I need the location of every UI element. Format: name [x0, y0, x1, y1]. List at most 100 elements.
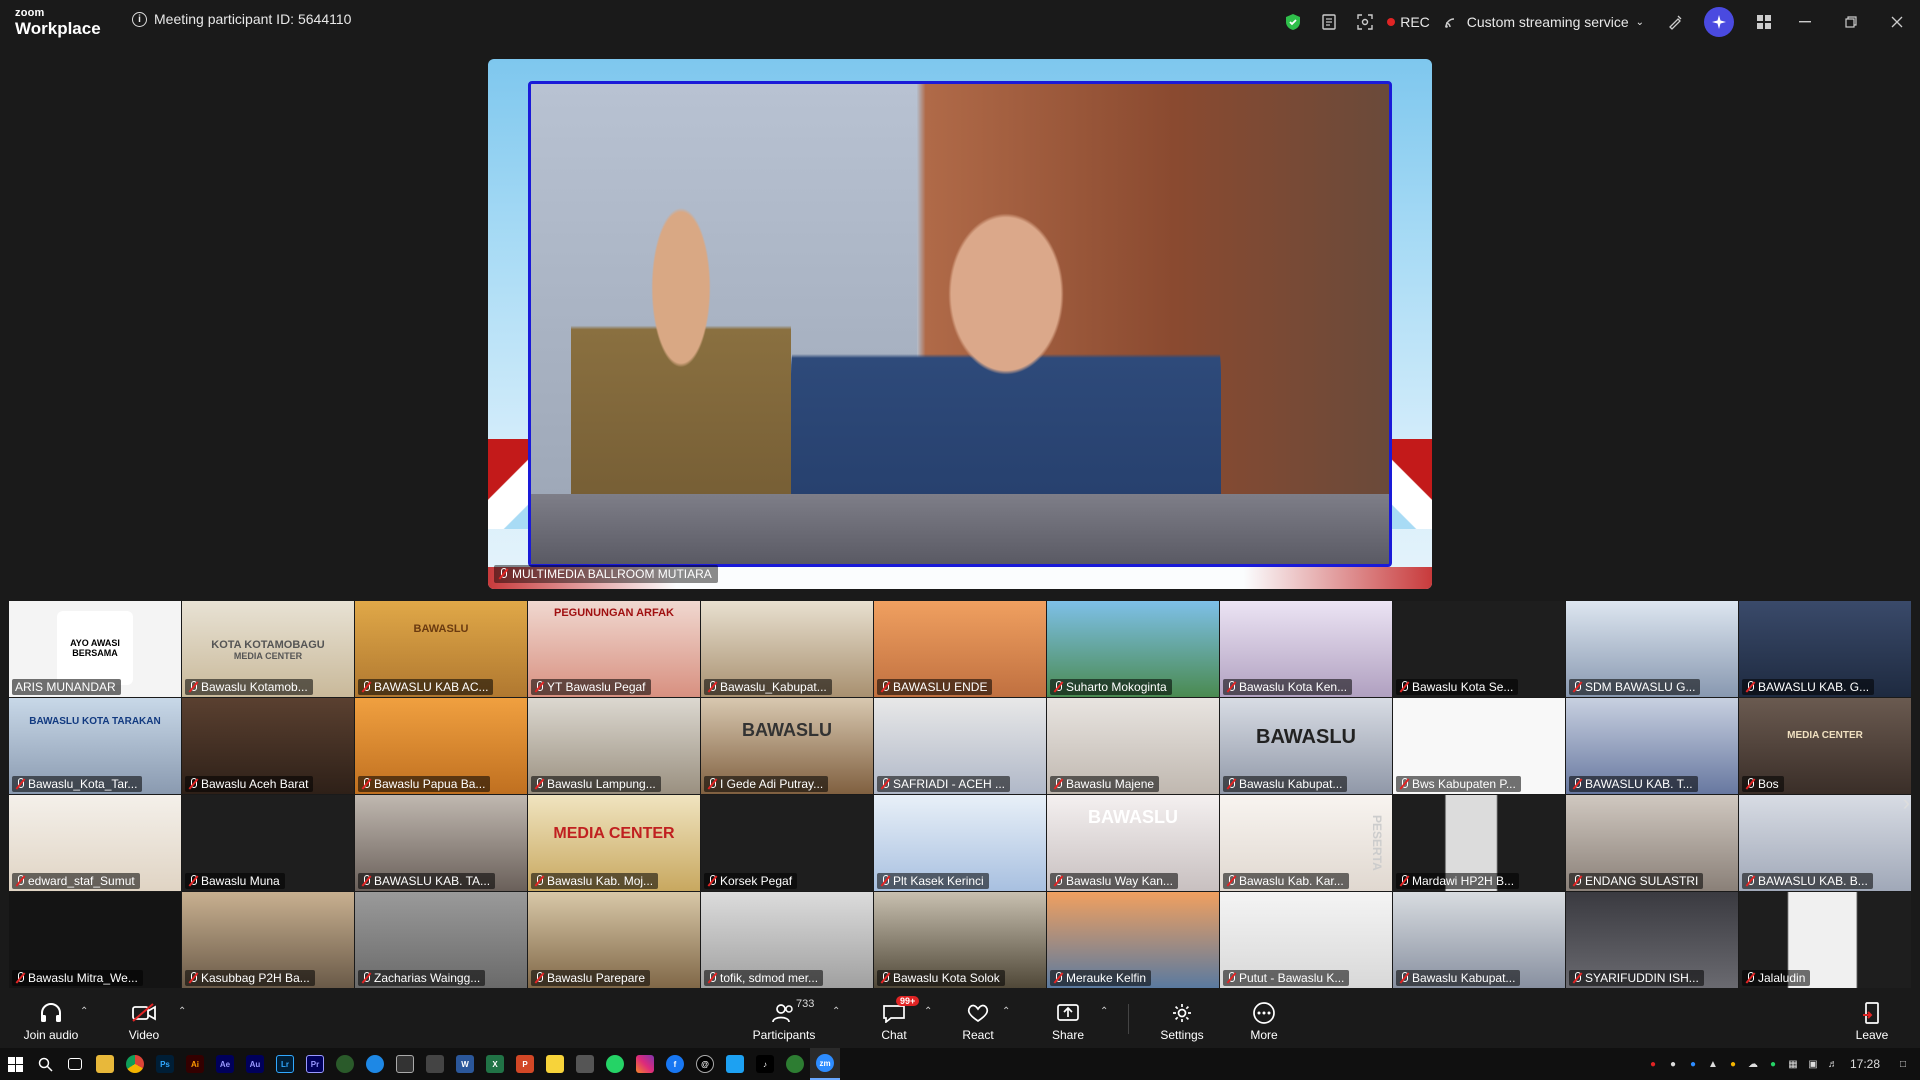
- meeting-info[interactable]: i Meeting participant ID: 5644110: [132, 11, 351, 27]
- chevron-right-icon[interactable]: ›: [1903, 790, 1910, 816]
- audition-icon[interactable]: Au: [240, 1048, 270, 1080]
- sticky-notes-icon[interactable]: [540, 1048, 570, 1080]
- participant-tile[interactable]: BAWASLU KAB. B...: [1739, 795, 1911, 891]
- app-icon[interactable]: [420, 1048, 450, 1080]
- facebook-icon[interactable]: f: [660, 1048, 690, 1080]
- participant-tile[interactable]: Bawaslu Kota Solok: [874, 892, 1046, 988]
- close-icon[interactable]: [1874, 0, 1920, 44]
- chat-caret-icon[interactable]: ⌃: [924, 1006, 932, 1017]
- apps-grid-icon[interactable]: [1746, 0, 1782, 44]
- participants-caret-icon[interactable]: ⌃: [832, 1006, 840, 1017]
- participant-tile[interactable]: tofik, sdmod mer...: [701, 892, 873, 988]
- video-options-caret-icon[interactable]: ⌃: [178, 1006, 186, 1017]
- video-button[interactable]: Video: [124, 994, 164, 1046]
- participant-tile[interactable]: Bawaslu Aceh Barat: [182, 698, 354, 794]
- participant-tile[interactable]: BAWASLU Bawaslu Kabupat...: [1220, 698, 1392, 794]
- notification-icon[interactable]: □: [1896, 1057, 1910, 1071]
- tray-icon[interactable]: ●: [1646, 1057, 1660, 1071]
- participant-tile[interactable]: Bawaslu Papua Ba...: [355, 698, 527, 794]
- participant-tile[interactable]: BAWASLU ENDE: [874, 601, 1046, 697]
- share-button[interactable]: Share: [1048, 994, 1088, 1046]
- participant-tile[interactable]: Bawaslu Parepare: [528, 892, 700, 988]
- premiere-icon[interactable]: Pr: [300, 1048, 330, 1080]
- participant-tile[interactable]: SAFRIADI - ACEH ...: [874, 698, 1046, 794]
- app-icon[interactable]: [360, 1048, 390, 1080]
- whatsapp-icon[interactable]: [600, 1048, 630, 1080]
- chat-button[interactable]: 99+ Chat: [874, 994, 920, 1046]
- network-icon[interactable]: ▣: [1806, 1057, 1820, 1071]
- join-audio-button[interactable]: Join audio: [20, 994, 82, 1046]
- participant-tile[interactable]: Korsek Pegaf: [701, 795, 873, 891]
- encryption-shield-icon[interactable]: [1275, 0, 1311, 44]
- tray-icon[interactable]: ●: [1666, 1057, 1680, 1071]
- zoom-taskbar-icon[interactable]: zm: [810, 1048, 840, 1080]
- participants-button[interactable]: 733 Participants: [748, 994, 820, 1046]
- participant-tile[interactable]: Merauke Kelfin: [1047, 892, 1219, 988]
- streaming-menu[interactable]: Custom streaming service ⌄: [1444, 14, 1644, 30]
- participant-tile[interactable]: Mardawi HP2H B...: [1393, 795, 1565, 891]
- powerpoint-icon[interactable]: P: [510, 1048, 540, 1080]
- participant-tile[interactable]: Bawaslu Kota Se...: [1393, 601, 1565, 697]
- participant-tile[interactable]: Bawaslu Muna: [182, 795, 354, 891]
- participant-tile[interactable]: ENDANG SULASTRI: [1566, 795, 1738, 891]
- participant-tile[interactable]: BAWASLU BAWASLU KAB AC...: [355, 601, 527, 697]
- share-caret-icon[interactable]: ⌃: [1100, 1006, 1108, 1017]
- participant-tile[interactable]: PESERTA Bawaslu Kab. Kar...: [1220, 795, 1392, 891]
- restore-icon[interactable]: [1828, 0, 1874, 44]
- after-effects-icon[interactable]: Ae: [210, 1048, 240, 1080]
- zoom-tray-icon[interactable]: ●: [1686, 1057, 1700, 1071]
- instagram-icon[interactable]: [630, 1048, 660, 1080]
- participant-tile[interactable]: AYO AWASI BERSAMA ARIS MUNANDAR: [9, 601, 181, 697]
- participant-tile[interactable]: Jalaludin: [1739, 892, 1911, 988]
- participant-tile[interactable]: BAWASLU Bawaslu Way Kan...: [1047, 795, 1219, 891]
- react-button[interactable]: React: [958, 994, 998, 1046]
- participant-tile[interactable]: SDM BAWASLU G...: [1566, 601, 1738, 697]
- tray-icon[interactable]: ●: [1726, 1057, 1740, 1071]
- illustrator-icon[interactable]: Ai: [180, 1048, 210, 1080]
- lightroom-icon[interactable]: Lr: [270, 1048, 300, 1080]
- excel-icon[interactable]: X: [480, 1048, 510, 1080]
- windows-start-icon[interactable]: [0, 1048, 30, 1080]
- tray-icon[interactable]: ●: [1766, 1057, 1780, 1071]
- participant-tile[interactable]: Zacharias Waingg...: [355, 892, 527, 988]
- participant-tile[interactable]: Kasubbag P2H Ba...: [182, 892, 354, 988]
- active-speaker-video[interactable]: MULTIMEDIA BALLROOM MUTIARA: [488, 59, 1432, 589]
- react-caret-icon[interactable]: ⌃: [1002, 1006, 1010, 1017]
- threads-icon[interactable]: @: [690, 1048, 720, 1080]
- settings-button[interactable]: Settings: [1158, 994, 1206, 1046]
- photoshop-icon[interactable]: Ps: [150, 1048, 180, 1080]
- participant-tile[interactable]: Bws Kabupaten P...: [1393, 698, 1565, 794]
- audio-options-caret-icon[interactable]: ⌃: [80, 1006, 88, 1017]
- app-icon[interactable]: [780, 1048, 810, 1080]
- app-icon[interactable]: [330, 1048, 360, 1080]
- search-icon[interactable]: [30, 1048, 60, 1080]
- calculator-icon[interactable]: [570, 1048, 600, 1080]
- twitter-icon[interactable]: [720, 1048, 750, 1080]
- participant-tile[interactable]: BAWASLU I Gede Adi Putray...: [701, 698, 873, 794]
- tray-icon[interactable]: ☁: [1746, 1057, 1760, 1071]
- participant-tile[interactable]: MEDIA CENTER Bawaslu Kab. Moj...: [528, 795, 700, 891]
- task-view-icon[interactable]: [60, 1048, 90, 1080]
- annotate-icon[interactable]: [1658, 0, 1692, 44]
- participant-tile[interactable]: Bawaslu Majene: [1047, 698, 1219, 794]
- participant-tile[interactable]: MEDIA CENTER Bos: [1739, 698, 1911, 794]
- participant-tile[interactable]: Bawaslu_Kabupat...: [701, 601, 873, 697]
- leave-button[interactable]: Leave: [1852, 994, 1892, 1046]
- participant-tile[interactable]: BAWASLU KAB. T...: [1566, 698, 1738, 794]
- more-button[interactable]: More: [1244, 994, 1284, 1046]
- minimize-icon[interactable]: [1782, 0, 1828, 44]
- app-icon[interactable]: [390, 1048, 420, 1080]
- participant-tile[interactable]: KOTA KOTAMOBAGU MEDIA CENTER Bawaslu Kotam…: [182, 601, 354, 697]
- participant-tile[interactable]: Putut - Bawaslu K...: [1220, 892, 1392, 988]
- word-icon[interactable]: W: [450, 1048, 480, 1080]
- participant-tile[interactable]: PEGUNUNGAN ARFAK YT Bawaslu Pegaf: [528, 601, 700, 697]
- participant-tile[interactable]: BAWASLU KAB. G...: [1739, 601, 1911, 697]
- participant-tile[interactable]: Bawaslu Kabupat...: [1393, 892, 1565, 988]
- chrome-icon[interactable]: [120, 1048, 150, 1080]
- participant-tile[interactable]: Plt Kasek Kerinci: [874, 795, 1046, 891]
- tiktok-icon[interactable]: ♪: [750, 1048, 780, 1080]
- participant-tile[interactable]: Bawaslu Kota Ken...: [1220, 601, 1392, 697]
- participant-tile[interactable]: Suharto Mokoginta: [1047, 601, 1219, 697]
- participant-tile[interactable]: SYARIFUDDIN ISH...: [1566, 892, 1738, 988]
- participant-tile[interactable]: edward_staf_Sumut: [9, 795, 181, 891]
